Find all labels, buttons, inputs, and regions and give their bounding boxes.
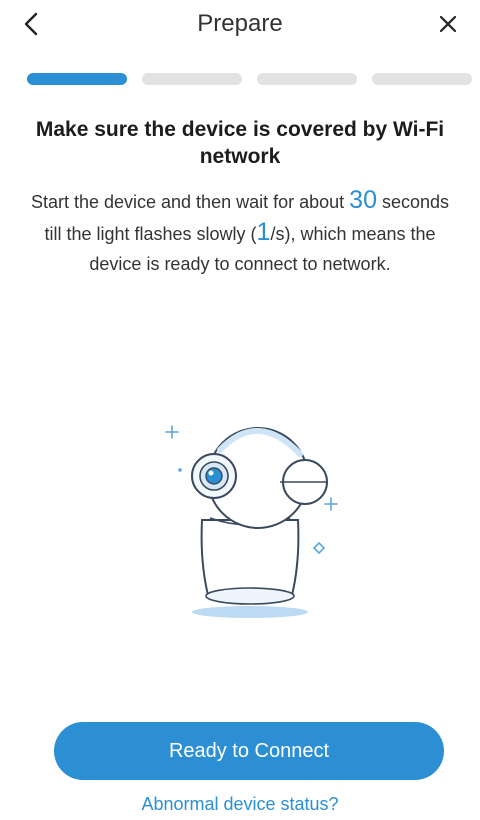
close-button[interactable] [430,6,466,42]
header-bar: Prepare [0,0,480,52]
flash-rate-value: 1 [256,218,271,246]
seconds-value: 30 [349,186,377,214]
close-icon [439,15,457,33]
progress-step-2 [142,73,242,85]
progress-step-3 [257,73,357,85]
camera-device-icon [165,425,338,618]
camera-device-illustration [150,410,340,625]
abnormal-device-status-link[interactable]: Abnormal device status? [0,794,480,815]
ready-to-connect-button[interactable]: Ready to Connect [54,722,444,780]
progress-step-1 [27,73,127,85]
headline: Make sure the device is covered by Wi-Fi… [35,118,445,168]
progress-step-4 [372,73,472,85]
instructions-text: Start the device and then wait for about… [24,185,456,279]
page-title: Prepare [197,10,283,37]
step-progress-indicator [0,52,480,108]
instruction-part-1: Start the device and then wait for about [30,192,345,212]
